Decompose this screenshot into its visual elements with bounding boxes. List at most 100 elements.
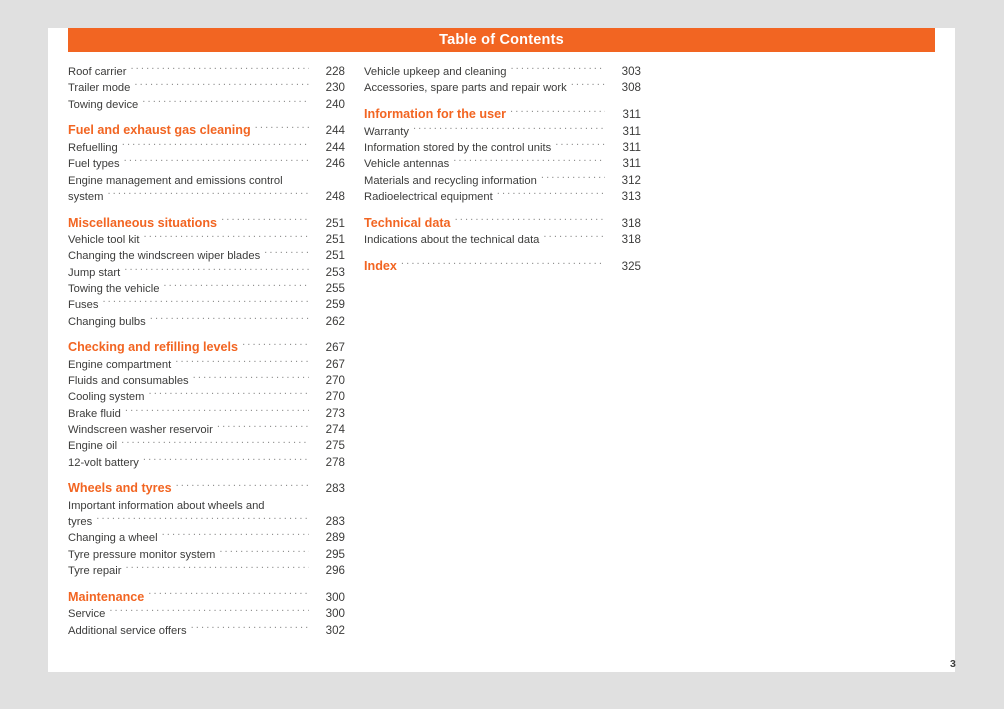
toc-item-entry[interactable]: Vehicle antennas 311	[364, 156, 641, 172]
toc-dot-leader	[255, 122, 309, 135]
toc-entry-label: Vehicle antennas	[364, 158, 450, 171]
toc-page-number: 295	[325, 547, 345, 561]
toc-item-entry[interactable]: Vehicle tool kit 251	[68, 232, 345, 248]
toc-page-number: 246	[325, 157, 345, 171]
toc-page-number: 273	[325, 406, 345, 420]
toc-page-number: 311	[622, 157, 641, 171]
toc-item-entry[interactable]: Radioelectrical equipment 313	[364, 189, 641, 205]
toc-section-entry[interactable]: Fuel and exhaust gas cleaning 244	[68, 122, 345, 140]
toc-entry-label: tyres	[68, 516, 93, 529]
toc-entry-label: Materials and recycling information	[364, 174, 537, 187]
toc-item-entry[interactable]: Tyre repair 296	[68, 563, 345, 579]
toc-entry-label: Information for the user	[364, 107, 507, 122]
toc-item-entry[interactable]: Changing the windscreen wiper blades 251	[68, 248, 345, 264]
toc-entry-label: Fluids and consumables	[68, 375, 189, 388]
toc-section-entry[interactable]: Wheels and tyres 283	[68, 480, 345, 498]
toc-entry-label: Trailer mode	[68, 82, 131, 95]
toc-dot-leader	[264, 248, 309, 259]
toc-item-entry[interactable]: Fluids and consumables 270	[68, 373, 345, 389]
folio-page-number: 3	[950, 658, 956, 670]
toc-dot-leader	[217, 422, 309, 433]
toc-page-number: 248	[325, 189, 345, 203]
toc-item-entry[interactable]: Towing device 240	[68, 97, 345, 113]
toc-item-entry[interactable]: Vehicle upkeep and cleaning 303	[364, 64, 641, 80]
toc-section-entry[interactable]: Index 325	[364, 257, 641, 275]
toc-page-number: 274	[325, 422, 345, 436]
toc-dot-leader	[176, 480, 309, 493]
toc-item-entry[interactable]: Windscreen washer reservoir 274	[68, 422, 345, 438]
toc-item-entry[interactable]: Fuses 259	[68, 297, 345, 313]
toc-entry-label: Windscreen washer reservoir	[68, 423, 213, 436]
toc-entry-label: Fuses	[68, 299, 99, 312]
toc-item-entry[interactable]: system 248	[68, 189, 345, 205]
toc-page-number: 312	[621, 173, 641, 187]
toc-entry-label: Vehicle upkeep and cleaning	[364, 66, 507, 79]
toc-item-entry[interactable]: Service 300	[68, 606, 345, 622]
toc-entry-label: Towing the vehicle	[68, 283, 160, 295]
toc-item-entry[interactable]: Jump start 253	[68, 265, 345, 281]
toc-item-entry[interactable]: Fuel types 246	[68, 156, 345, 172]
toc-dot-leader	[269, 498, 309, 509]
toc-entry-label: Vehicle tool kit	[68, 234, 140, 247]
toc-page-number: 300	[325, 590, 345, 604]
toc-entry-label: Roof carrier	[68, 66, 127, 79]
toc-page-number: 311	[622, 108, 641, 122]
toc-entry-label: Engine management and emissions control	[68, 174, 283, 187]
toc-item-entry[interactable]: Warranty 311	[364, 124, 641, 140]
toc-section-entry[interactable]: Miscellaneous situations 251	[68, 214, 345, 232]
toc-entry-label: Engine oil	[68, 440, 118, 453]
toc-page-number: 283	[325, 482, 345, 496]
toc-dot-leader	[510, 106, 605, 119]
toc-dot-leader	[134, 80, 309, 91]
toc-entry-label: Radioelectrical equipment	[364, 190, 493, 203]
toc-entry-label: Changing bulbs	[68, 315, 146, 328]
toc-item-entry[interactable]: Cooling system 270	[68, 389, 345, 405]
toc-dot-leader	[221, 214, 309, 227]
toc-item-entry[interactable]: Towing the vehicle 255	[68, 281, 345, 297]
toc-page-number: 308	[621, 81, 641, 95]
toc-dot-leader	[150, 313, 309, 324]
toc-item-entry[interactable]: Engine oil 275	[68, 438, 345, 454]
toc-item-entry[interactable]: Brake fluid 273	[68, 406, 345, 422]
toc-dot-leader	[124, 156, 309, 167]
toc-item-entry[interactable]: Important information about wheels and	[68, 498, 345, 514]
toc-entry-label: system	[68, 190, 104, 203]
toc-entry-label: Index	[364, 258, 397, 273]
toc-section-entry[interactable]: Maintenance 300	[68, 588, 345, 606]
toc-page-number: 278	[325, 455, 345, 469]
toc-dot-leader	[287, 172, 309, 183]
toc-section-entry[interactable]: Technical data 318	[364, 214, 641, 232]
toc-item-entry[interactable]: Engine compartment 267	[68, 357, 345, 373]
toc-dot-leader	[163, 281, 309, 292]
toc-entry-label: Additional service offers	[68, 624, 187, 637]
toc-item-entry[interactable]: Engine management and emissions control	[68, 172, 345, 188]
toc-page-number: 325	[621, 259, 641, 273]
toc-item-entry[interactable]: Materials and recycling information 312	[364, 172, 641, 188]
toc-entry-label: Maintenance	[68, 589, 145, 604]
toc-item-entry[interactable]: Additional service offers 302	[68, 622, 345, 638]
toc-page-number: 275	[325, 439, 345, 453]
toc-item-entry[interactable]: Trailer mode 230	[68, 80, 345, 96]
toc-item-entry[interactable]: Tyre pressure monitor system 295	[68, 546, 345, 562]
toc-section-entry[interactable]: Information for the user 311	[364, 106, 641, 124]
toc-dot-leader	[413, 124, 605, 135]
toc-dot-leader	[96, 514, 309, 525]
toc-item-entry[interactable]: Refuelling 244	[68, 140, 345, 156]
toc-item-entry[interactable]: Accessories, spare parts and repair work…	[364, 80, 641, 96]
toc-entry-label: Checking and refilling levels	[68, 340, 239, 355]
toc-page-number: 303	[621, 65, 641, 79]
toc-item-entry[interactable]: Indications about the technical data 318	[364, 232, 641, 248]
toc-item-entry[interactable]: 12-volt battery 278	[68, 454, 345, 470]
toc-item-entry[interactable]: Changing a wheel 289	[68, 530, 345, 546]
toc-entry-label: Miscellaneous situations	[68, 215, 218, 230]
toc-page-number: 300	[325, 607, 345, 621]
toc-page-number: 244	[325, 124, 345, 138]
toc-item-entry[interactable]: Information stored by the control units 3…	[364, 140, 641, 156]
toc-entry-label: Wheels and tyres	[68, 481, 172, 496]
toc-entry-label: Engine compartment	[68, 358, 172, 371]
toc-item-entry[interactable]: Changing bulbs 262	[68, 313, 345, 329]
toc-section-entry[interactable]: Checking and refilling levels 267	[68, 339, 345, 357]
toc-item-entry[interactable]: Roof carrier 228	[68, 64, 345, 80]
toc-item-entry[interactable]: tyres 283	[68, 514, 345, 530]
toc-dot-leader	[497, 189, 605, 200]
